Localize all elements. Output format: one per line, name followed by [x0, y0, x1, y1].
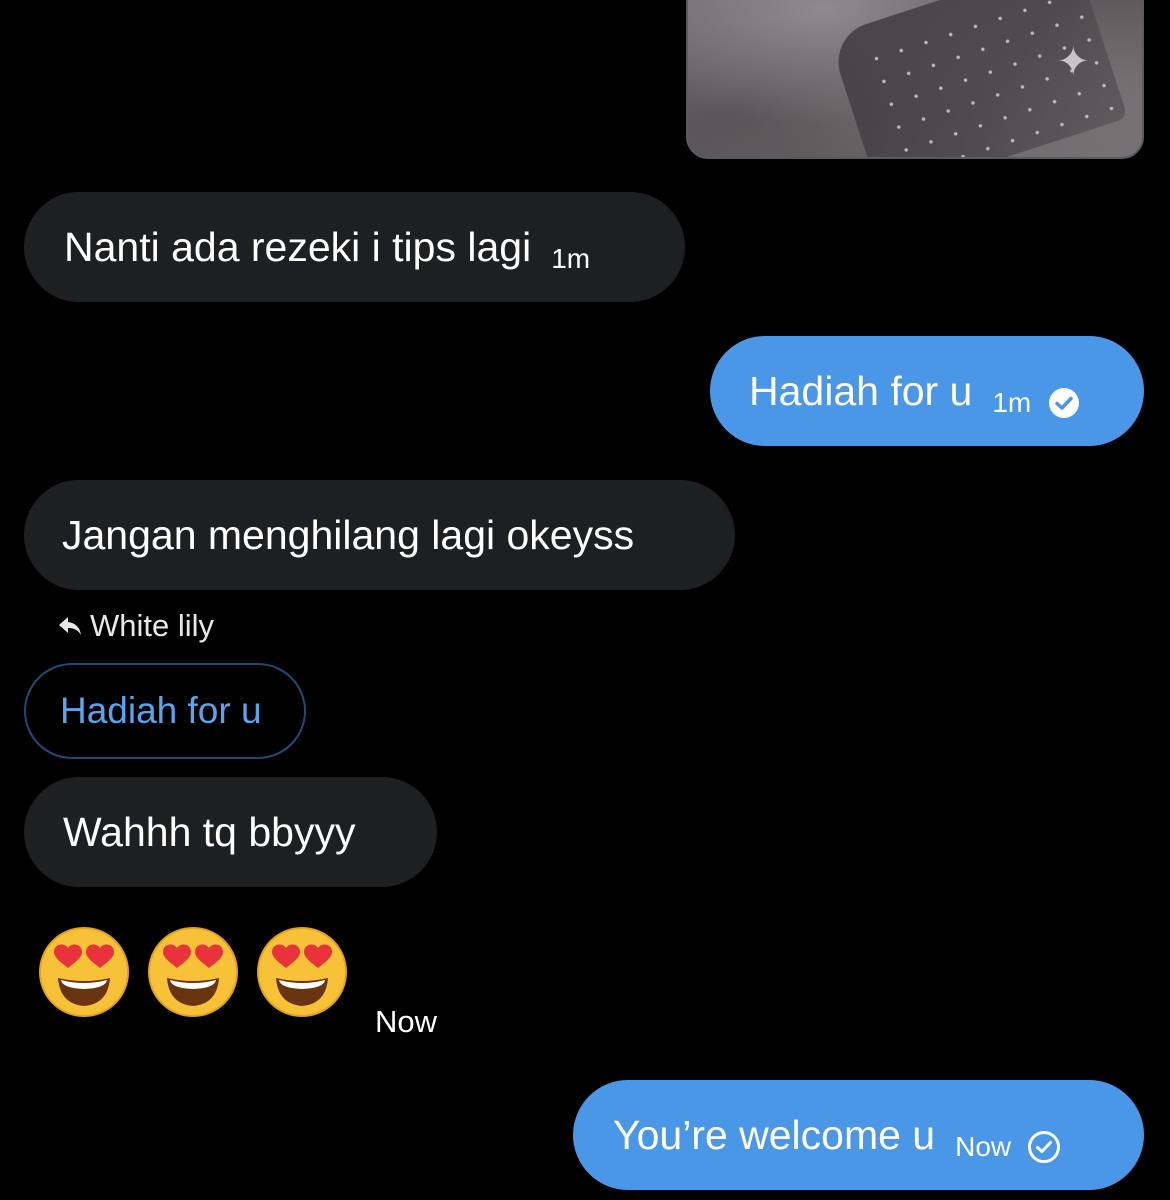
reply-reference: White lily	[58, 608, 214, 644]
seen-check-icon	[1049, 388, 1080, 418]
message-time: 1m	[992, 387, 1032, 418]
image-star-shape: ✦	[1056, 39, 1090, 85]
reply-author: White lily	[90, 608, 215, 643]
reply-quote-text: Hadiah for u	[60, 690, 262, 731]
message-text: Nanti ada rezeki i tips lagi	[64, 223, 532, 270]
message-bubble-incoming[interactable]: Jangan menghilang lagi okeyss	[24, 480, 735, 590]
message-text: Hadiah for u	[749, 367, 973, 414]
message-bubble-incoming[interactable]: Wahhh tq bbyyy	[24, 777, 437, 887]
heart-eyes-emoji-icon	[39, 927, 129, 1017]
message-time: Now	[375, 1004, 438, 1039]
message-text: You’re welcome u	[613, 1111, 936, 1158]
reply-arrow-icon	[59, 617, 81, 635]
sent-image-preview[interactable]: ✦	[686, 0, 1144, 159]
message-bubble-incoming[interactable]: Nanti ada rezeki i tips lagi 1m	[24, 192, 685, 302]
message-text: Wahhh tq bbyyy	[63, 808, 356, 855]
message-bubble-outgoing[interactable]: You’re welcome u Now	[573, 1080, 1144, 1190]
emoji-message[interactable]	[38, 926, 365, 1018]
heart-eyes-emoji-icon	[148, 927, 238, 1017]
message-text: Jangan menghilang lagi okeyss	[62, 511, 635, 558]
message-time: 1m	[551, 243, 591, 274]
reply-quoted-message[interactable]: Hadiah for u	[24, 663, 306, 759]
sent-check-icon	[1028, 1131, 1061, 1163]
message-time: Now	[955, 1131, 1012, 1162]
message-bubble-outgoing[interactable]: Hadiah for u 1m	[710, 336, 1144, 446]
heart-eyes-emoji-icon	[257, 927, 347, 1017]
